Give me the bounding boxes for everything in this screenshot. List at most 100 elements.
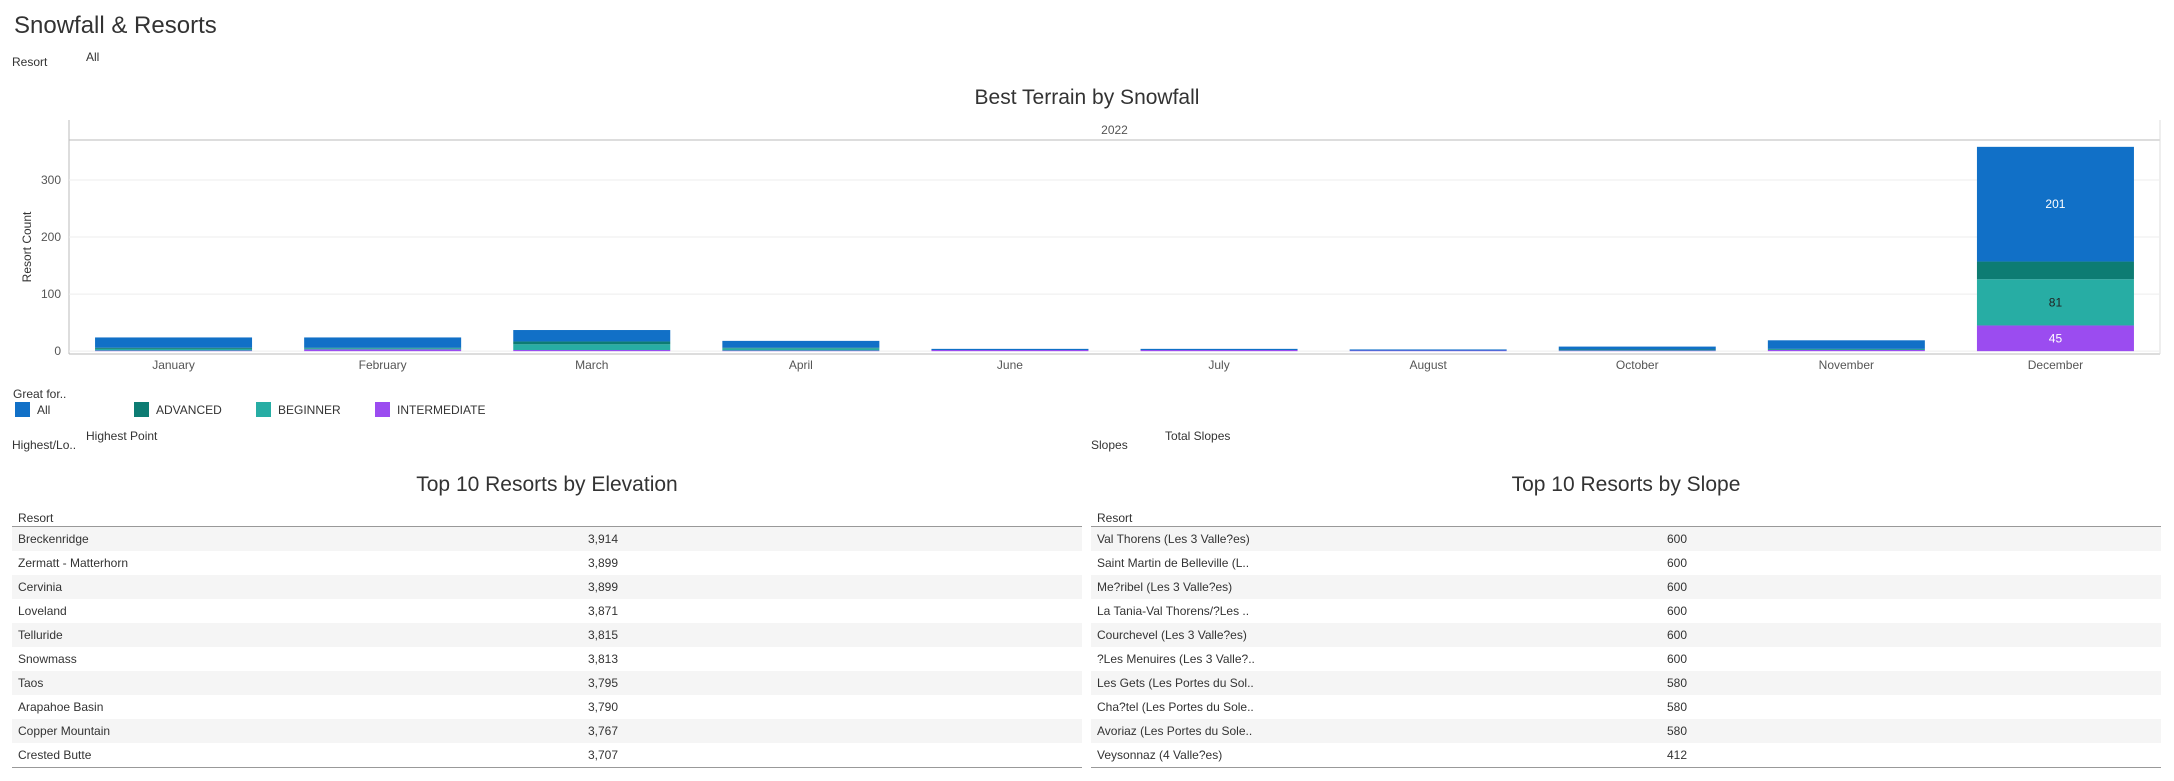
table-header-resort[interactable]: Resort <box>12 507 1082 527</box>
bar-segment-intermediate <box>1140 350 1298 352</box>
table-row[interactable]: Taos 3,795 <box>12 671 1082 695</box>
resort-name: Cervinia <box>18 580 63 594</box>
table-row[interactable]: Crested Butte 3,707 <box>12 743 1082 767</box>
resort-name: Crested Butte <box>18 748 92 762</box>
bar-segment-advanced <box>1767 348 1925 350</box>
bar-segment-advanced <box>95 347 253 349</box>
highest-lowest-filter-label: Highest/Lo.. <box>12 438 77 452</box>
bar-segment-intermediate <box>1767 350 1925 352</box>
resort-name: Veysonnaz (4 Valle?es) <box>1097 748 1223 762</box>
x-tick-label: March <box>575 358 608 372</box>
bar-segment-all <box>722 340 880 348</box>
legend-item-all[interactable]: All <box>15 402 50 417</box>
resort-name: Saint Martin de Belleville (L.. <box>1097 556 1250 570</box>
resort-name: Arapahoe Basin <box>18 700 104 714</box>
elevation-table-title: Top 10 Resorts by Elevation <box>416 473 678 496</box>
table-row[interactable]: Loveland 3,871 <box>12 599 1082 623</box>
elevation-value: 3,790 <box>588 700 619 714</box>
slope-value: 600 <box>1667 604 1688 618</box>
resort-name: Avoriaz (Les Portes du Sole.. <box>1097 724 1253 738</box>
bar-segment-beginner <box>304 348 462 350</box>
legend-swatch <box>134 402 149 417</box>
table-row[interactable]: Zermatt - Matterhorn 3,899 <box>12 551 1082 575</box>
legend-item-advanced[interactable]: ADVANCED <box>134 402 222 417</box>
y-tick-label: 100 <box>41 287 61 301</box>
table-row[interactable]: Avoriaz (Les Portes du Sole.. 580 <box>1091 719 2161 743</box>
bar-data-label: 201 <box>2045 197 2065 211</box>
table-row[interactable]: Saint Martin de Belleville (L.. 600 <box>1091 551 2161 575</box>
x-tick-label: April <box>789 358 813 372</box>
x-tick-label: October <box>1616 358 1659 372</box>
legend-label: ADVANCED <box>156 402 222 417</box>
bar-segment-beginner <box>95 348 253 351</box>
table-row[interactable]: Arapahoe Basin 3,790 <box>12 695 1082 719</box>
table-row[interactable]: Val Thorens (Les 3 Valle?es) 600 <box>1091 527 2161 551</box>
table-body: Val Thorens (Les 3 Valle?es) 600 Saint Ma… <box>1091 527 2161 767</box>
table-row[interactable]: Breckenridge 3,914 <box>12 527 1082 551</box>
resort-name: Courchevel (Les 3 Valle?es) <box>1097 628 1247 642</box>
legend-swatch <box>15 402 30 417</box>
bar-segment-all <box>1767 340 1925 349</box>
legend-title: Great for.. <box>13 387 67 401</box>
x-tick-label: June <box>997 358 1023 372</box>
table-row[interactable]: Snowmass 3,813 <box>12 647 1082 671</box>
y-tick-label: 0 <box>54 344 61 358</box>
elevation-value: 3,795 <box>588 676 619 690</box>
legend-item-beginner[interactable]: BEGINNER <box>256 402 341 417</box>
column-header-label: 2022 <box>1101 123 1128 137</box>
table-header-resort[interactable]: Resort <box>1091 507 2161 527</box>
table-bottom-border <box>12 767 1082 768</box>
table-body: Breckenridge 3,914 Zermatt - Matterhorn 3,… <box>12 527 1082 767</box>
bar-segment-all <box>931 348 1089 351</box>
resort-filter-dropdown[interactable]: All <box>86 50 99 64</box>
table-row[interactable]: Courchevel (Les 3 Valle?es) 600 <box>1091 623 2161 647</box>
table-row[interactable]: Cha?tel (Les Portes du Sole.. 580 <box>1091 695 2161 719</box>
resort-name: Cha?tel (Les Portes du Sole.. <box>1097 700 1254 714</box>
table-bottom-border <box>1091 767 2161 768</box>
highest-lowest-filter-dropdown[interactable]: Highest Point <box>86 429 157 443</box>
x-tick-label: December <box>2028 358 2083 372</box>
table-row[interactable]: ?Les Menuires (Les 3 Valle?.. 600 <box>1091 647 2161 671</box>
slope-value: 600 <box>1667 652 1688 666</box>
y-axis-label: Resort Count <box>20 211 34 282</box>
bar-segment-intermediate <box>1558 350 1716 352</box>
slope-value: 412 <box>1667 748 1688 762</box>
bar-segment-advanced <box>1976 261 2134 280</box>
bar-segment-all <box>304 337 462 348</box>
resort-name: Snowmass <box>18 652 77 666</box>
table-row[interactable]: Me?ribel (Les 3 Valle?es) 600 <box>1091 575 2161 599</box>
x-tick-label: August <box>1409 358 1447 372</box>
table-row[interactable]: Cervinia 3,899 <box>12 575 1082 599</box>
elevation-value: 3,767 <box>588 724 619 738</box>
bar-segment-advanced <box>513 341 671 345</box>
resort-name: Val Thorens (Les 3 Valle?es) <box>1097 532 1250 546</box>
bar-segment-intermediate <box>304 349 462 352</box>
elevation-value: 3,707 <box>588 748 619 762</box>
table-row[interactable]: Copper Mountain 3,767 <box>12 719 1082 743</box>
resort-name: Zermatt - Matterhorn <box>18 556 129 570</box>
resort-name: Copper Mountain <box>18 724 111 738</box>
table-row[interactable]: Les Gets (Les Portes du Sol.. 580 <box>1091 671 2161 695</box>
resort-name: La Tania-Val Thorens/?Les .. <box>1097 604 1250 618</box>
bar-data-label: 45 <box>2049 331 2063 345</box>
slope-value: 600 <box>1667 580 1688 594</box>
bar-segment-intermediate <box>722 350 880 352</box>
bar-segment-all <box>95 337 253 348</box>
table-row[interactable]: La Tania-Val Thorens/?Les .. 600 <box>1091 599 2161 623</box>
legend-label: BEGINNER <box>278 402 341 417</box>
slope-value: 580 <box>1667 724 1688 738</box>
legend-item-intermediate[interactable]: INTERMEDIATE <box>375 402 485 417</box>
bar-segment-intermediate <box>95 350 253 352</box>
slope-value: 600 <box>1667 628 1688 642</box>
table-row[interactable]: Veysonnaz (4 Valle?es) 412 <box>1091 743 2161 767</box>
bar-segment-all <box>1140 348 1298 351</box>
x-tick-label: July <box>1208 358 1229 372</box>
bar-segment-advanced <box>722 347 880 349</box>
resort-name: Taos <box>18 676 44 690</box>
elevation-table: Resort Breckenridge 3,914 Zermatt - Matte… <box>12 507 1082 768</box>
slope-table: Resort Val Thorens (Les 3 Valle?es) 600 S… <box>1091 507 2161 768</box>
bar-segment-all <box>1349 349 1507 351</box>
slope-value: 600 <box>1667 532 1688 546</box>
slopes-filter-dropdown[interactable]: Total Slopes <box>1165 429 1230 443</box>
table-row[interactable]: Telluride 3,815 <box>12 623 1082 647</box>
